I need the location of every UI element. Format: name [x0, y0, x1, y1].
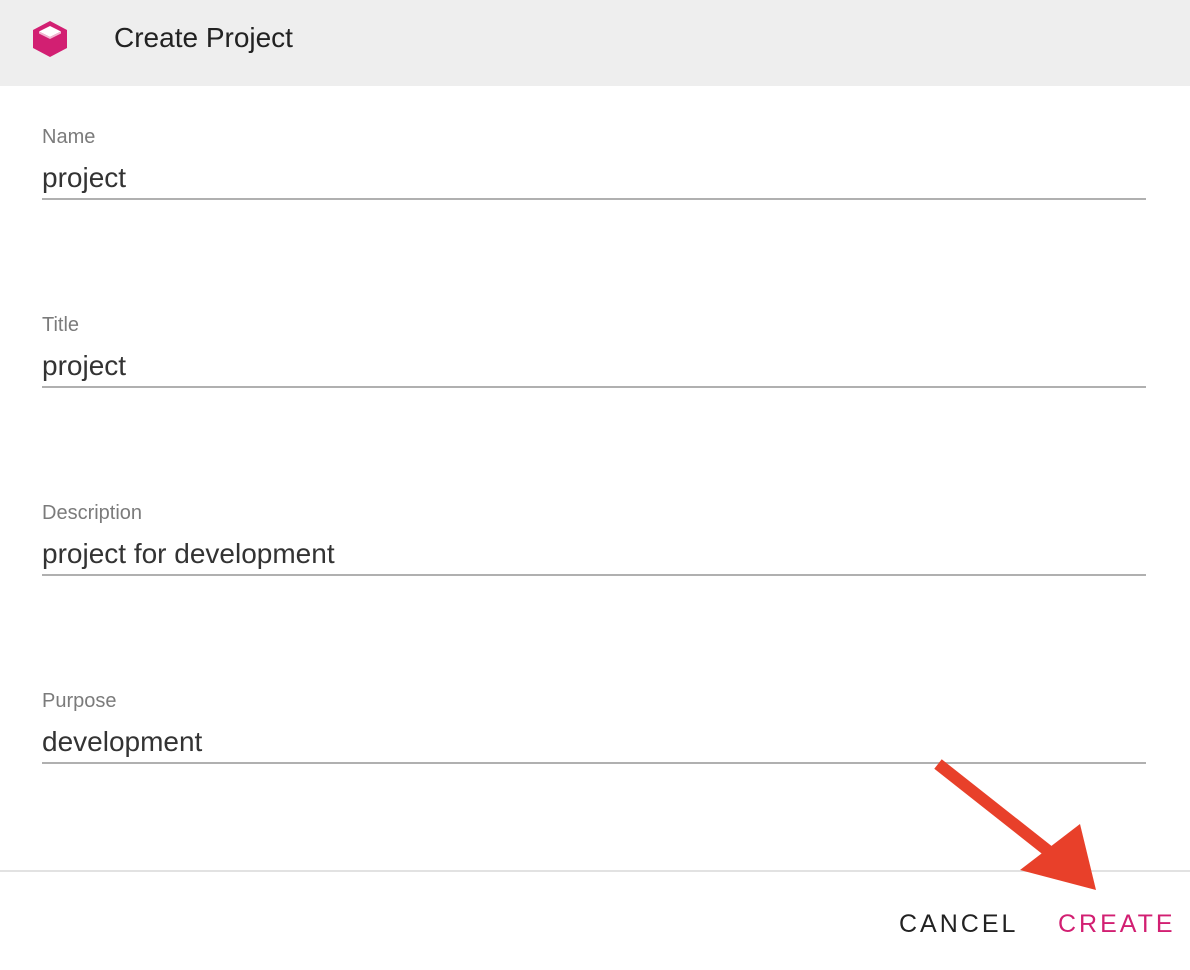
footer-divider: [0, 870, 1190, 872]
title-label: Title: [42, 314, 80, 336]
dialog-title: Create Project: [114, 22, 293, 53]
name-input[interactable]: [42, 158, 1146, 200]
description-label: Description: [42, 502, 143, 524]
description-input[interactable]: [42, 534, 1146, 576]
name-label: Name: [42, 126, 96, 148]
purpose-field: Purpose: [42, 688, 1146, 778]
cancel-button[interactable]: CANCEL: [897, 902, 1020, 946]
purpose-input[interactable]: [42, 722, 1146, 764]
description-field: Description: [42, 500, 1146, 590]
name-field: Name: [42, 124, 1146, 214]
create-project-dialog: Create Project Name Title Description Pu…: [0, 0, 1190, 970]
cube-logo-icon: [30, 19, 70, 59]
title-input[interactable]: [42, 346, 1146, 388]
purpose-label: Purpose: [42, 690, 117, 712]
create-button[interactable]: CREATE: [1056, 902, 1178, 946]
title-field: Title: [42, 312, 1146, 402]
dialog-header: Create Project: [0, 0, 1190, 86]
